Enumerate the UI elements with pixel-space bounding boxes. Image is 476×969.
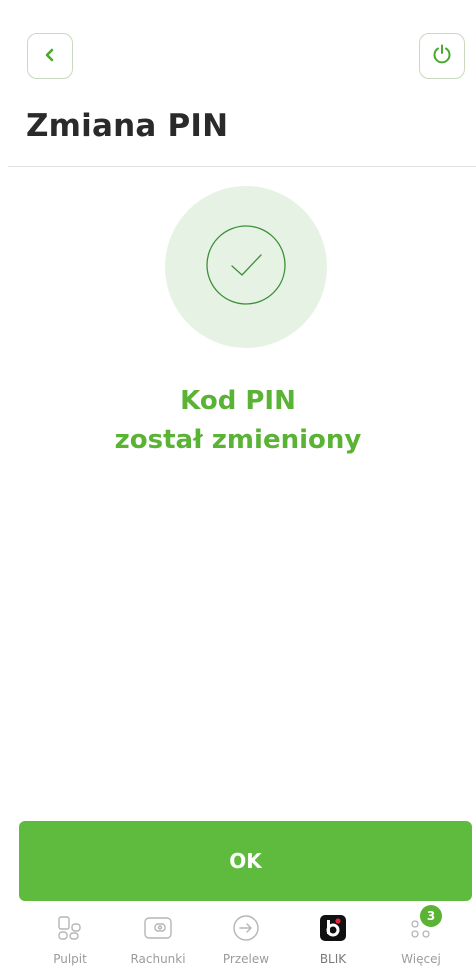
nav-label: Pulpit — [53, 952, 87, 966]
nav-label: Więcej — [401, 952, 441, 966]
power-icon — [431, 43, 453, 69]
nav-item-blik[interactable]: BLIK — [288, 911, 378, 966]
success-message-line1: Kod PIN — [180, 386, 296, 416]
nav-label: Przelew — [222, 952, 270, 966]
header-divider — [8, 166, 476, 167]
blik-icon — [316, 911, 350, 945]
transfer-icon — [229, 911, 263, 945]
wallet-icon — [141, 911, 175, 945]
ok-button[interactable]: OK — [19, 821, 472, 901]
nav-item-przelew[interactable]: Przelew — [201, 911, 291, 966]
back-button[interactable] — [27, 33, 73, 79]
nav-label: Rachunki — [130, 952, 186, 966]
checkmark-icon — [204, 223, 288, 311]
bottom-navigation: Pulpit Rachunki Przelew BLIK 3 Więcej — [0, 903, 476, 969]
nav-item-wiecej[interactable]: 3 Więcej — [376, 905, 466, 966]
nav-label: BLIK — [319, 952, 347, 966]
nav-item-pulpit[interactable]: Pulpit — [25, 911, 115, 966]
nav-item-rachunki[interactable]: Rachunki — [113, 911, 203, 966]
success-message-line2: został zmieniony — [114, 425, 362, 455]
top-bar — [0, 0, 476, 100]
page-title: Zmiana PIN — [26, 108, 229, 144]
logout-button[interactable] — [419, 33, 465, 79]
chevron-left-icon — [43, 47, 57, 66]
notification-badge: 3 — [420, 905, 442, 927]
more-icon: 3 — [404, 905, 442, 945]
dashboard-icon — [53, 911, 87, 945]
success-illustration — [165, 186, 327, 348]
